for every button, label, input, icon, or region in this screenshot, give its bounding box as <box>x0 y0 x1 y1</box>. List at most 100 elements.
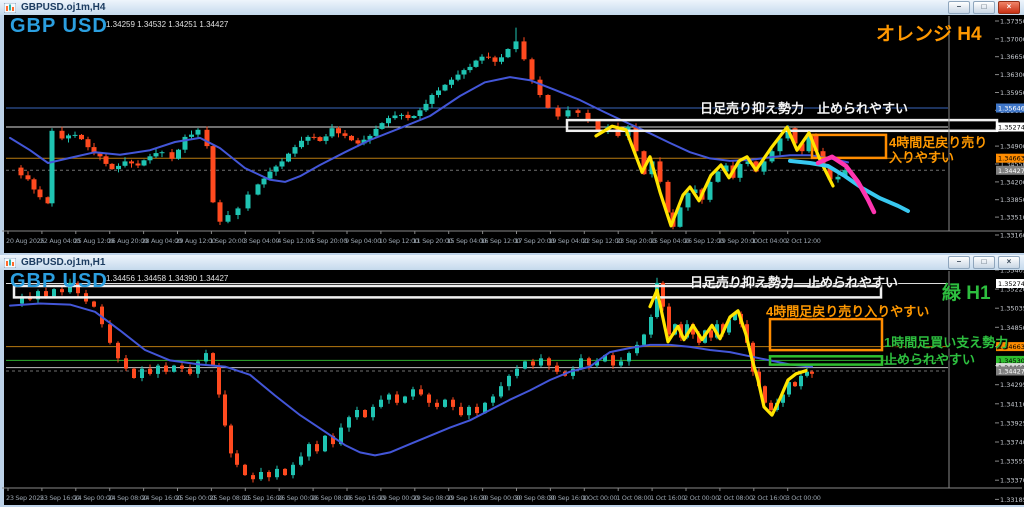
minimize-button[interactable]: – <box>948 1 970 14</box>
candle-body <box>204 129 210 147</box>
candle-body <box>108 324 112 343</box>
maximize-button[interactable]: □ <box>973 1 995 14</box>
candle-body <box>176 149 181 159</box>
candle-body <box>435 402 439 407</box>
candle-body <box>323 435 327 452</box>
candle-body <box>109 163 115 170</box>
candle-body <box>395 394 399 403</box>
candle-body <box>505 49 511 58</box>
candle-body <box>60 289 64 293</box>
candle-body <box>547 358 551 366</box>
candle-body <box>140 368 144 378</box>
candle-body <box>169 152 175 159</box>
price-tick-label: 1.37000 <box>1000 35 1024 43</box>
chart-icon <box>3 257 17 268</box>
candle-body <box>386 118 391 124</box>
candle-body <box>355 410 359 418</box>
candle-body <box>627 353 631 362</box>
candle-body <box>429 95 435 104</box>
candle-body <box>259 472 263 480</box>
candle-body <box>442 84 448 91</box>
candle-body <box>217 202 223 222</box>
price-tick-label: 1.35950 <box>1000 89 1024 97</box>
candle-body <box>347 417 351 428</box>
candle-body <box>97 153 103 157</box>
candle-body <box>235 208 241 215</box>
candle-body <box>305 136 311 141</box>
candle-body <box>499 57 504 62</box>
candle-body <box>68 282 72 293</box>
titlebar-h4[interactable]: GBPUSD.oj1m,H4 – □ × <box>0 0 1024 16</box>
chart-canvas-h4[interactable]: 1.37350 1.37000 1.36650 1.36300 1.35950 1.356… <box>0 15 1024 253</box>
date-label: 2 Oct 00:00 <box>684 494 719 502</box>
date-label: 3 Oct 00:00 <box>786 494 821 502</box>
price-tick-label: 1.33185 <box>1000 496 1024 504</box>
candle-body <box>810 371 814 374</box>
candle-body <box>283 468 287 476</box>
candle-body <box>251 475 255 480</box>
candle-body <box>92 301 96 307</box>
candle-body <box>587 358 591 366</box>
date-label: 1 Oct 08:00 <box>616 494 651 502</box>
candle-body <box>135 163 141 166</box>
candle-body <box>419 389 423 395</box>
candle-body <box>793 382 797 387</box>
candle-body <box>156 365 160 374</box>
candle-body <box>579 358 583 369</box>
candle-body <box>555 107 561 117</box>
candle-body <box>769 402 773 410</box>
candle-body <box>72 134 78 136</box>
date-label: 23 Sep 2025 <box>6 494 44 502</box>
candle-body <box>443 399 447 407</box>
candle-body <box>286 153 291 162</box>
price-tick-label: 1.33850 <box>1000 196 1024 204</box>
candle-body <box>299 140 304 148</box>
price-tick-label: 1.34850 <box>1000 324 1024 332</box>
candle-body <box>223 394 227 426</box>
candle-body <box>279 161 285 167</box>
date-label: 2 Oct 16:00 <box>752 494 787 502</box>
price-marker-label: 1.34427 <box>998 368 1024 376</box>
date-label: 2 Oct 12:00 <box>786 237 821 245</box>
candle-body <box>427 394 431 403</box>
candle-body <box>455 74 461 80</box>
titlebar-h1[interactable]: GBPUSD.oj1m,H1 – □ × <box>0 255 1024 271</box>
candle-body <box>531 361 535 366</box>
price-marker-label: 1.34427 <box>998 167 1024 175</box>
chart-icon <box>3 2 17 13</box>
candle-body <box>255 184 261 195</box>
candle-body <box>292 147 298 154</box>
price-tick-label: 1.35035 <box>1000 305 1024 313</box>
candle-body <box>387 394 391 400</box>
close-button[interactable]: × <box>998 256 1020 269</box>
restore-button[interactable]: □ <box>973 256 995 269</box>
candle-body <box>523 361 527 369</box>
candle-body <box>329 128 335 137</box>
candle-body <box>85 139 91 148</box>
candle-body <box>575 110 581 113</box>
price-tick-label: 1.35405 <box>1000 270 1024 275</box>
candle-body <box>379 399 383 407</box>
candle-body <box>129 161 134 164</box>
candle-body <box>59 130 65 139</box>
date-label: 9 Sep 04:00 <box>345 237 381 245</box>
candle-body <box>66 135 71 139</box>
price-tick-label: 1.34900 <box>1000 143 1024 151</box>
date-label: 5 Sep 20:00 <box>311 237 347 245</box>
candle-body <box>267 472 271 478</box>
candle-body <box>342 133 348 136</box>
candle-body <box>182 136 188 150</box>
candle-body <box>204 353 208 362</box>
candle-body <box>315 444 319 452</box>
candle-body <box>371 406 375 418</box>
minimize-button[interactable]: – <box>948 256 970 269</box>
price-marker-label: 1.34663 <box>998 343 1024 351</box>
candle-body <box>417 110 423 116</box>
candle-body <box>132 368 136 378</box>
chart-canvas-h1[interactable]: 1.354051.352201.350351.348501.346651.344… <box>0 270 1024 505</box>
price-tick-label: 1.33925 <box>1000 419 1024 427</box>
candle-body <box>355 140 361 144</box>
chart-plot-h4: 1.37350 1.37000 1.36650 1.36300 1.35950 1.356… <box>0 15 1024 253</box>
close-button[interactable]: × <box>998 1 1020 14</box>
candle-body <box>467 66 473 71</box>
